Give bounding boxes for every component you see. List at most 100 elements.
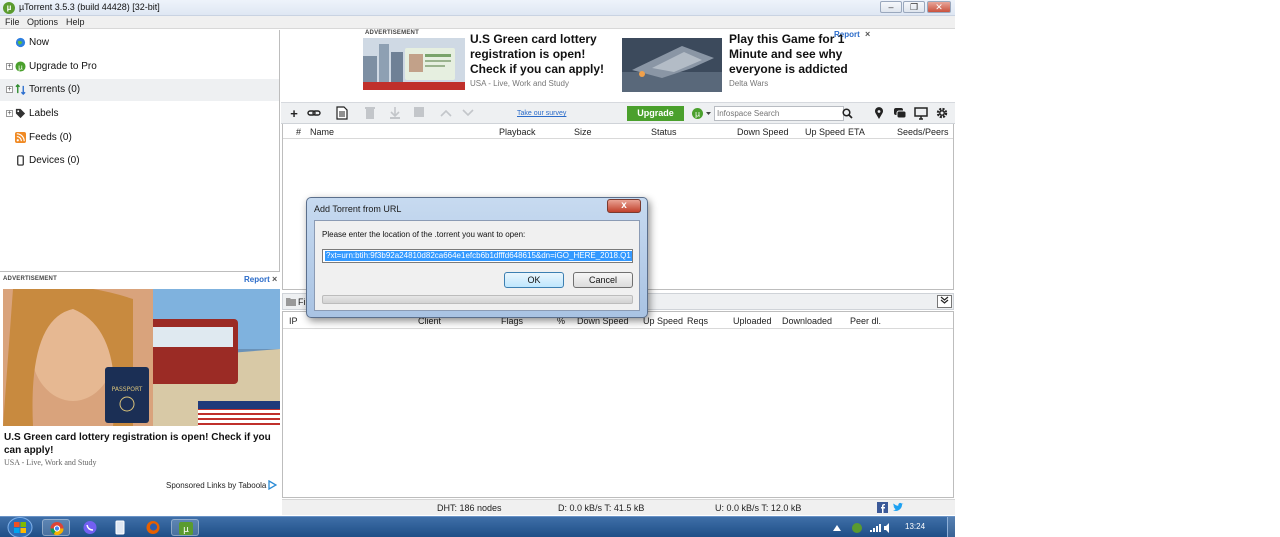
dht-status: DHT: 186 nodes: [437, 503, 502, 513]
ok-button[interactable]: OK: [504, 272, 564, 288]
sidebar-item-upgrade[interactable]: + µ Upgrade to Pro: [0, 56, 279, 78]
col-playback[interactable]: Playback: [499, 127, 536, 137]
svg-text:µ: µ: [183, 525, 189, 535]
sponsored-label[interactable]: Sponsored Links by Taboola: [166, 481, 266, 490]
col-size[interactable]: Size: [574, 127, 592, 137]
add-url-link-icon[interactable]: [306, 106, 322, 122]
col-up-speed[interactable]: Up Speed: [805, 127, 845, 137]
ad-left-headline[interactable]: U.S Green card lottery registration is o…: [470, 32, 604, 77]
move-up-icon[interactable]: [438, 106, 454, 122]
col-down-speed[interactable]: Down Speed: [737, 127, 789, 137]
add-torrent-url-dialog[interactable]: Add Torrent from URL x Please enter the …: [306, 197, 648, 318]
sidebar-item-now[interactable]: Now: [0, 32, 279, 54]
menu-options[interactable]: Options: [27, 17, 58, 27]
search-icon[interactable]: [842, 108, 853, 119]
expand-icon[interactable]: +: [6, 63, 13, 70]
upload-status[interactable]: U: 0.0 kB/s T: 12.0 kB: [715, 503, 801, 513]
sidebar-item-label: Devices (0): [29, 155, 80, 166]
viber-icon: [83, 521, 97, 534]
col-status[interactable]: Status: [651, 127, 677, 137]
collapse-panel-button[interactable]: [937, 295, 952, 308]
menu-help[interactable]: Help: [66, 17, 85, 27]
location-pin-icon[interactable]: [874, 107, 884, 120]
peers-list[interactable]: IP Client Flags % Down Speed Up Speed Re…: [282, 311, 954, 498]
move-down-icon[interactable]: [460, 106, 476, 122]
col-downloaded[interactable]: Downloaded: [782, 316, 832, 326]
rss-icon: [15, 132, 26, 143]
torrent-url-input[interactable]: ?xt=urn:btih:9f3b92a24810d82ca664e1efcb6…: [322, 249, 633, 263]
utorrent-logo-icon: µ: [3, 2, 15, 14]
sidebar-item-torrents[interactable]: + Torrents (0): [0, 79, 279, 101]
create-torrent-icon[interactable]: [334, 106, 350, 122]
utorrent-taskbar-icon: µ: [179, 522, 193, 535]
tab-files[interactable]: Fi: [298, 297, 306, 307]
twitter-icon[interactable]: [892, 502, 904, 513]
close-ad-button[interactable]: ×: [272, 274, 277, 284]
upgrade-button[interactable]: Upgrade: [627, 106, 684, 121]
report-ad-link[interactable]: Report: [244, 275, 270, 284]
taboola-icon[interactable]: [267, 480, 277, 490]
expand-icon[interactable]: +: [6, 86, 13, 93]
ad-right-source: Delta Wars: [729, 79, 769, 88]
col-name[interactable]: Name: [310, 127, 334, 137]
taskbar-file-manager[interactable]: [106, 519, 134, 536]
menu-file[interactable]: File: [5, 17, 20, 27]
ad-label: ADVERTISEMENT: [365, 30, 419, 36]
col-eta[interactable]: ETA: [848, 127, 865, 137]
window-title: µTorrent 3.5.3 (build 44428) [32-bit]: [19, 2, 160, 12]
chat-icon[interactable]: [893, 107, 907, 120]
sidebar-item-label: Torrents (0): [29, 84, 81, 95]
sidebar-item-labels[interactable]: + Labels: [0, 103, 279, 125]
torrent-url-value: ?xt=urn:btih:9f3b92a24810d82ca664e1efcb6…: [325, 251, 632, 261]
sidebar: Now + µ Upgrade to Pro + Torrents (0) + …: [0, 30, 280, 272]
windows-start-icon[interactable]: [4, 517, 36, 537]
remote-monitor-icon[interactable]: [914, 107, 928, 120]
dialog-body: Please enter the location of the .torren…: [314, 220, 640, 311]
dialog-close-button[interactable]: x: [607, 199, 641, 213]
close-ad-button[interactable]: ×: [865, 29, 870, 39]
download-status[interactable]: D: 0.0 kB/s T: 41.5 kB: [558, 503, 644, 513]
taskbar-utorrent[interactable]: µ: [171, 519, 199, 536]
minimize-button[interactable]: –: [880, 1, 902, 13]
stop-icon[interactable]: [411, 106, 427, 122]
remove-trash-icon[interactable]: [362, 106, 378, 122]
close-button[interactable]: ✕: [927, 1, 951, 13]
sidebar-item-devices[interactable]: Devices (0): [0, 150, 279, 172]
sidebar-item-label: Labels: [29, 108, 59, 119]
col-seeds-peers[interactable]: Seeds/Peers: [897, 127, 949, 137]
top-advertisement[interactable]: ADVERTISEMENT Report × U.S Green card lo…: [363, 29, 875, 100]
col-peer-dl[interactable]: Peer dl.: [850, 316, 881, 326]
left-advertisement[interactable]: ADVERTISEMENT Report × PASSPORT U.S Gree…: [0, 273, 282, 516]
ad-headline[interactable]: U.S Green card lottery registration is o…: [4, 431, 276, 457]
sidebar-item-feeds[interactable]: Feeds (0): [0, 127, 279, 149]
expand-icon[interactable]: +: [6, 110, 13, 117]
chrome-icon: [50, 522, 64, 535]
show-desktop-button[interactable]: [947, 517, 955, 537]
maximize-button[interactable]: ❐: [903, 1, 925, 13]
firefox-icon: [146, 521, 160, 534]
taskbar-chrome[interactable]: [42, 519, 70, 536]
taskbar-firefox[interactable]: [139, 519, 167, 536]
taskbar-viber[interactable]: [76, 519, 104, 536]
search-provider-dropdown[interactable]: µ: [691, 107, 713, 120]
col-number[interactable]: #: [296, 127, 301, 137]
system-tray-icons[interactable]: [830, 522, 890, 534]
search-input[interactable]: [714, 106, 844, 121]
sidebar-item-label: Feeds (0): [29, 132, 72, 143]
toolbar: + Take our survey Upgrade µ: [281, 102, 955, 124]
ad-source: USA - Live, Work and Study: [4, 458, 97, 467]
survey-link[interactable]: Take our survey: [517, 110, 566, 117]
col-uploaded[interactable]: Uploaded: [733, 316, 772, 326]
col-ip[interactable]: IP: [289, 316, 298, 326]
col-up-speed[interactable]: Up Speed: [643, 316, 683, 326]
add-torrent-icon[interactable]: +: [286, 106, 302, 122]
taskbar-clock[interactable]: 13:24: [905, 522, 925, 531]
col-reqs[interactable]: Reqs: [687, 316, 708, 326]
facebook-icon[interactable]: [877, 502, 888, 513]
title-bar[interactable]: µ µTorrent 3.5.3 (build 44428) [32-bit] …: [0, 0, 955, 16]
download-start-icon[interactable]: [387, 106, 403, 122]
cancel-button[interactable]: Cancel: [573, 272, 633, 288]
dialog-prompt: Please enter the location of the .torren…: [322, 230, 526, 239]
gear-icon[interactable]: [935, 106, 949, 120]
ad-right-headline[interactable]: Play this Game for 1 Minute and see why …: [729, 32, 848, 77]
